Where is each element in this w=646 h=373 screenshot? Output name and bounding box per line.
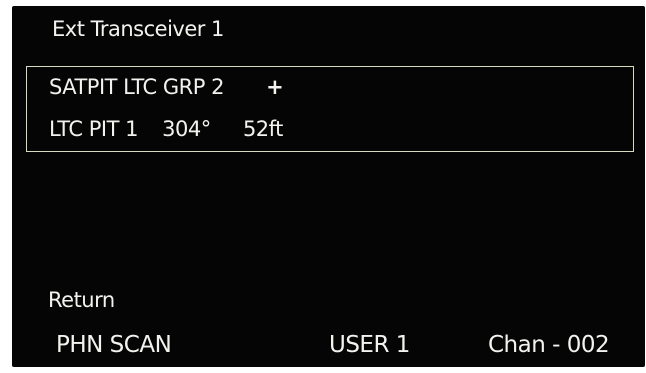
channel-status: Chan - 002: [488, 332, 610, 358]
scan-mode-status: PHN SCAN: [56, 332, 172, 358]
group-name: SATPIT LTC GRP 2: [49, 75, 224, 99]
entry-name: LTC PIT 1: [49, 117, 138, 141]
display-screen: Ext Transceiver 1 SATPIT LTC GRP 2 + LTC…: [12, 6, 645, 367]
entry-distance: 52ft: [242, 117, 283, 141]
entry-row[interactable]: LTC PIT 1 304° 52ft: [49, 117, 283, 141]
return-menu-item[interactable]: Return: [48, 288, 115, 312]
group-row[interactable]: SATPIT LTC GRP 2 +: [49, 75, 284, 99]
user-status: USER 1: [329, 332, 410, 358]
screen-title: Ext Transceiver 1: [52, 17, 224, 41]
selected-group-box[interactable]: SATPIT LTC GRP 2 + LTC PIT 1 304° 52ft: [26, 66, 634, 152]
entry-bearing: 304°: [162, 117, 211, 141]
expand-plus-icon[interactable]: +: [266, 75, 284, 99]
